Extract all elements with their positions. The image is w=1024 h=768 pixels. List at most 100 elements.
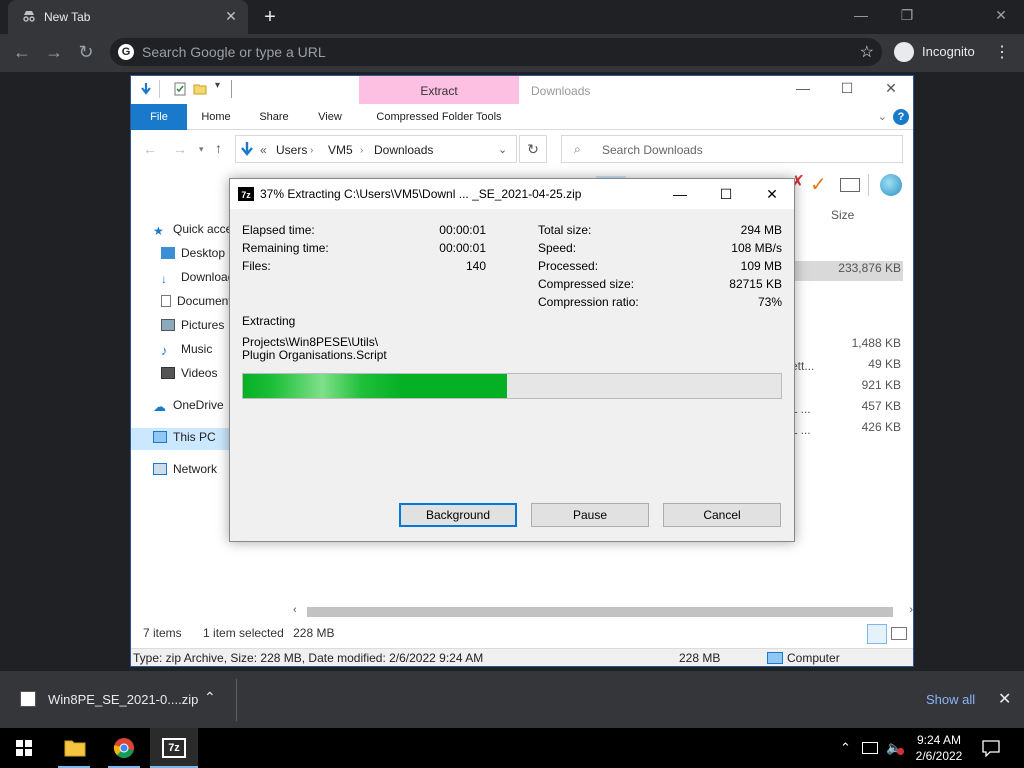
current-file-path: Projects\Win8PESE\Utils\ [242,335,379,349]
tray-overflow-icon[interactable]: ⌃ [840,740,851,756]
file-row-size[interactable]: 921 KB [791,378,903,398]
nav-label: Videos [181,366,218,380]
explorer-close-button[interactable]: ✕ [869,80,913,100]
help-icon[interactable]: ? [893,109,909,125]
menu-kebab-icon[interactable]: ⋮ [992,42,1012,62]
minimize-button[interactable]: — [838,4,884,28]
up-icon[interactable]: ↑ [215,140,222,156]
network-icon [153,463,167,475]
search-downloads-input[interactable]: ⌕ Search Downloads [561,135,903,163]
breadcrumb-users[interactable]: Users [276,143,307,157]
tab-view[interactable]: View [309,104,351,130]
contextual-tab-extract[interactable]: Extract [359,76,519,104]
7zip-progress-dialog: 7z 37% Extracting C:\Users\VM5\Downl ...… [229,178,795,542]
dialog-close-button[interactable]: ✕ [750,183,794,205]
profile-incognito-button[interactable]: Incognito [890,39,982,65]
properties-icon[interactable] [173,82,187,96]
nav-pictures[interactable]: Pictures [161,318,231,338]
nav-music[interactable]: ♪ Music [161,342,231,362]
notifications-icon[interactable] [982,739,1000,757]
breadcrumb-separator-icon[interactable]: › [310,145,313,156]
file-row-size[interactable]: 233,876 KB [791,261,903,281]
explorer-minimize-button[interactable]: — [781,80,825,100]
tab-home[interactable]: Home [193,104,239,130]
ribbon-expand-icon[interactable]: ⌄ [878,110,887,123]
download-arrow-icon[interactable] [139,82,153,96]
nav-onedrive[interactable]: ☁ OneDrive [153,398,231,418]
taskbar-7zip[interactable]: 7z [150,728,198,768]
chrome-icon [113,738,134,758]
browser-tab[interactable]: New Tab ✕ [8,0,248,34]
taskbar-chrome[interactable] [100,728,148,768]
details-view-icon[interactable] [867,624,887,644]
reload-icon[interactable]: ↻ [74,41,98,65]
column-header-size[interactable]: Size [831,208,854,222]
show-all-button[interactable]: Show all [926,692,975,707]
tab-compressed-folder-tools[interactable]: Compressed Folder Tools [361,104,517,130]
download-filename[interactable]: Win8PE_SE_2021-0....zip [48,692,198,707]
elapsed-time-label: Elapsed time: [242,223,315,237]
background-button[interactable]: Background [399,503,517,527]
nav-network[interactable]: Network [153,462,231,482]
google-icon: G [118,44,134,60]
explorer-maximize-button[interactable]: ☐ [825,80,869,100]
nav-back-icon[interactable]: ← [143,141,157,157]
profile-label: Incognito [922,44,975,59]
browser-frame: New Tab ✕ + — ❐ ✕ ← → ↻ G Search Google … [0,0,1024,72]
nav-downloads[interactable]: ↓ Downloads [161,270,231,290]
nav-label: This PC [173,430,216,444]
dialog-maximize-button[interactable]: ☐ [704,183,748,205]
close-shelf-icon[interactable]: ✕ [998,689,1011,709]
start-button[interactable] [0,728,48,768]
nav-forward-icon[interactable]: → [173,141,187,157]
speed-label: Speed: [538,241,577,255]
tab-close-icon[interactable]: ✕ [222,7,240,25]
nav-desktop[interactable]: Desktop [161,246,231,266]
back-icon[interactable]: ← [10,41,34,65]
nav-this-pc[interactable]: This PC [131,428,231,450]
customize-qat-icon[interactable]: ▾ [215,80,220,91]
details-size: 228 MB [679,651,721,665]
address-dropdown-icon[interactable]: ⌄ [498,143,507,156]
nav-documents[interactable]: Documents [161,294,231,314]
omnibox[interactable]: G Search Google or type a URL ☆ [110,38,882,66]
bookmark-star-icon[interactable]: ☆ [860,42,874,62]
extraction-progress-bar [242,373,782,399]
scrollbar-thumb[interactable] [307,607,893,617]
scroll-right-icon[interactable]: › [909,604,913,616]
breadcrumb-overflow[interactable]: « [260,143,267,157]
properties-card-icon[interactable] [840,178,860,192]
address-bar[interactable]: « Users › VM5 › Downloads ⌄ [235,135,517,163]
dialog-minimize-button[interactable]: — [658,183,702,205]
check-icon[interactable]: ✓ [810,172,827,197]
recent-locations-icon[interactable]: ▾ [199,144,204,155]
file-row-size[interactable]: 1,488 KB [791,336,903,356]
pause-button[interactable]: Pause [531,503,649,527]
refresh-icon[interactable]: ↻ [519,135,547,163]
tab-file[interactable]: File [131,104,187,130]
computer-icon [767,652,783,664]
network-icon[interactable] [862,742,878,754]
scroll-left-icon[interactable]: ‹ [293,604,297,616]
restore-button[interactable]: ❐ [884,4,930,28]
mute-badge-icon [897,748,904,755]
taskbar-file-explorer[interactable] [50,728,98,768]
breadcrumb-separator-icon[interactable]: › [360,145,363,156]
nav-quick-access[interactable]: ★ Quick access [153,222,231,242]
download-options-chevron-icon[interactable]: ⌃ [204,689,216,706]
system-clock[interactable]: 9:24 AM 2/6/2022 [912,732,966,764]
breadcrumb-downloads[interactable]: Downloads [374,143,433,157]
cancel-button[interactable]: Cancel [663,503,781,527]
forward-icon[interactable]: → [42,41,66,65]
close-window-button[interactable]: ✕ [978,4,1024,28]
globe-icon[interactable] [880,174,902,196]
divider [236,679,237,721]
nav-videos[interactable]: Videos [161,366,231,386]
tab-share[interactable]: Share [251,104,297,130]
omnibox-placeholder: Search Google or type a URL [142,44,326,60]
large-icons-view-icon[interactable] [891,627,907,640]
horizontal-scrollbar[interactable]: ‹ › [293,604,913,619]
breadcrumb-vm5[interactable]: VM5 [328,143,353,157]
new-folder-icon[interactable] [193,82,207,96]
new-tab-button[interactable]: + [258,6,282,30]
